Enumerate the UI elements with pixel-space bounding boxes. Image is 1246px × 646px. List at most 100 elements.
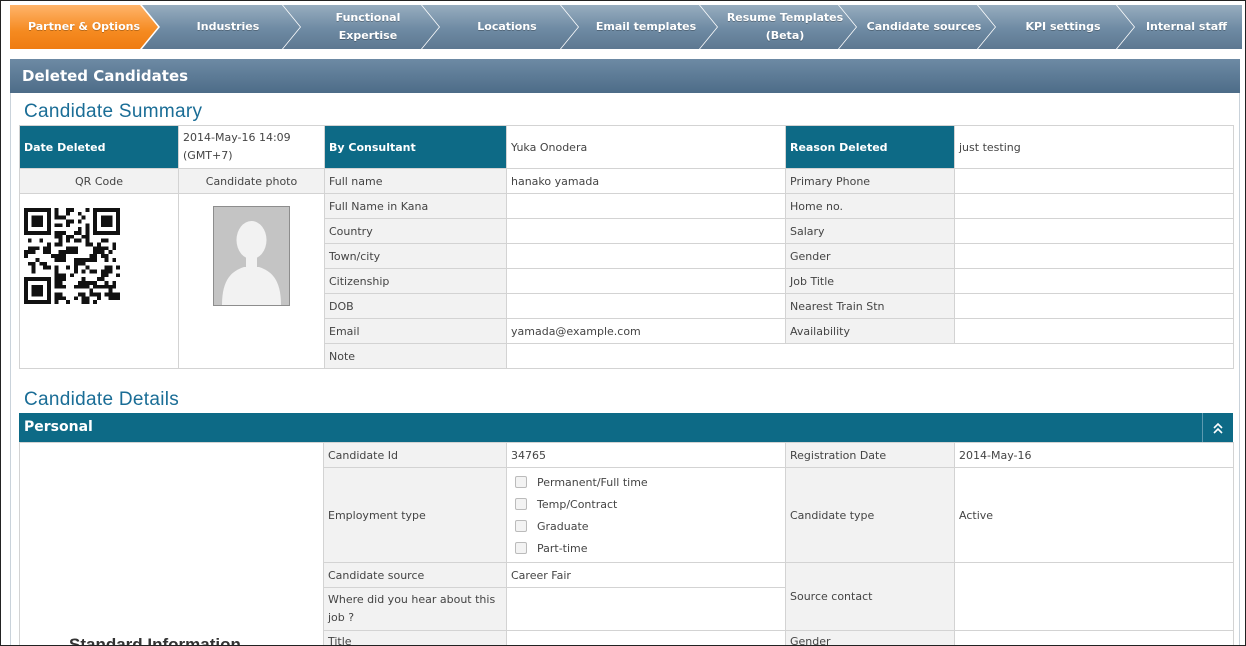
field-value xyxy=(954,193,1234,219)
field-label: Full name xyxy=(324,168,507,194)
qr-code-image xyxy=(24,208,120,304)
step-kpi-settings[interactable]: KPI settings xyxy=(978,5,1134,49)
by-consultant-label: By Consultant xyxy=(324,125,507,169)
step-label: Locations xyxy=(477,20,537,33)
employment-option[interactable]: Part-time xyxy=(511,537,781,559)
standard-information-cell xyxy=(19,442,324,645)
step-label: Functional Expertise xyxy=(335,11,401,42)
checkbox[interactable] xyxy=(515,542,527,554)
field-label: Availability xyxy=(785,318,955,344)
by-consultant-value: Yuka Onodera xyxy=(506,125,786,169)
field-label: DOB xyxy=(324,293,507,319)
step-locations[interactable]: Locations xyxy=(422,5,578,49)
candidate-details-table: Candidate Id 34765 Registration Date 201… xyxy=(19,442,1234,645)
field-label: Candidate Id xyxy=(323,442,507,468)
step-label: KPI settings xyxy=(1025,20,1101,33)
date-deleted-label: Date Deleted xyxy=(19,125,179,169)
step-candidate-sources[interactable]: Candidate sources xyxy=(839,5,995,49)
step-resume-templates[interactable]: Resume Templates (Beta) xyxy=(700,5,856,49)
field-value xyxy=(506,293,786,319)
full-name-value: hanako yamada xyxy=(506,168,786,194)
field-value xyxy=(954,243,1234,269)
section-title: Deleted Candidates xyxy=(10,59,1240,93)
field-label: Candidate type xyxy=(785,467,955,563)
step-functional-expertise[interactable]: Functional Expertise xyxy=(283,5,439,49)
qr-code-cell xyxy=(19,193,179,369)
field-label: Registration Date xyxy=(785,442,955,468)
field-value xyxy=(954,318,1234,344)
field-label: Candidate source xyxy=(323,562,507,588)
double-chevron-up-icon xyxy=(1213,422,1223,434)
option-label: Temp/Contract xyxy=(537,497,618,511)
step-label: Candidate sources xyxy=(866,20,982,33)
date-deleted-value: 2014-May-16 14:09 (GMT+7) xyxy=(178,125,325,169)
candidate-photo-label: Candidate photo xyxy=(178,168,325,194)
candidate-summary-heading: Candidate Summary xyxy=(24,101,203,122)
personal-section-header[interactable]: Personal xyxy=(19,413,1233,442)
collapse-button[interactable] xyxy=(1202,413,1233,442)
field-label: Country xyxy=(324,218,507,244)
field-value xyxy=(954,293,1234,319)
step-email-templates[interactable]: Email templates xyxy=(561,5,717,49)
step-partner-options[interactable]: Partner & Options xyxy=(10,5,158,49)
field-label: Full Name in Kana xyxy=(324,193,507,219)
candidate-photo-cell xyxy=(178,193,325,369)
field-value xyxy=(506,630,786,645)
field-label: Gender xyxy=(785,243,955,269)
note-value xyxy=(506,343,1234,369)
personal-label: Personal xyxy=(24,419,93,435)
registration-date-value: 2014-May-16 xyxy=(954,442,1234,468)
standard-information-label: Standard Information xyxy=(69,635,241,646)
field-value xyxy=(506,218,786,244)
field-label: Gender xyxy=(785,630,955,645)
field-label: Note xyxy=(324,343,507,369)
candidate-type-value: Active xyxy=(954,467,1234,563)
field-label: Nearest Train Stn xyxy=(785,293,955,319)
candidate-summary-table: Date Deleted 2014-May-16 14:09 (GMT+7) B… xyxy=(19,125,1234,369)
source-contact-value xyxy=(954,562,1234,631)
candidate-source-value: Career Fair xyxy=(506,562,786,588)
wizard-steps: Partner & Options Industries Functional … xyxy=(10,5,1242,49)
step-internal-staff[interactable]: Internal staff xyxy=(1117,5,1242,49)
person-silhouette-icon xyxy=(213,206,290,306)
field-label: Email xyxy=(324,318,507,344)
field-value xyxy=(506,193,786,219)
field-value xyxy=(954,268,1234,294)
field-label: Salary xyxy=(785,218,955,244)
field-value xyxy=(954,630,1234,645)
field-label: Town/city xyxy=(324,243,507,269)
step-label: Email templates xyxy=(595,20,697,33)
step-label: Internal staff xyxy=(1145,20,1228,33)
candidate-id-value: 34765 xyxy=(506,442,786,468)
field-value xyxy=(954,218,1234,244)
field-label: Title xyxy=(323,630,507,645)
primary-phone-value xyxy=(954,168,1234,194)
step-label: Industries xyxy=(196,20,260,33)
employment-option[interactable]: Temp/Contract xyxy=(511,493,781,515)
field-label: Home no. xyxy=(785,193,955,219)
employment-option[interactable]: Graduate xyxy=(511,515,781,537)
employment-type-options: Permanent/Full time Temp/Contract Gradua… xyxy=(506,467,786,563)
qr-code-label: QR Code xyxy=(19,168,179,194)
field-value xyxy=(506,243,786,269)
option-label: Part-time xyxy=(537,541,588,555)
app-frame: Partner & Options Industries Functional … xyxy=(0,0,1246,646)
step-label: Resume Templates (Beta) xyxy=(726,11,844,42)
email-value: yamada@example.com xyxy=(506,318,786,344)
step-industries[interactable]: Industries xyxy=(142,5,300,49)
checkbox[interactable] xyxy=(515,498,527,510)
field-label: Employment type xyxy=(323,467,507,563)
employment-option[interactable]: Permanent/Full time xyxy=(511,471,781,493)
option-label: Permanent/Full time xyxy=(537,475,648,489)
reason-deleted-label: Reason Deleted xyxy=(785,125,955,169)
field-label: Primary Phone xyxy=(785,168,955,194)
step-label: Partner & Options xyxy=(27,20,141,33)
option-label: Graduate xyxy=(537,519,589,533)
checkbox[interactable] xyxy=(515,520,527,532)
field-label: Source contact xyxy=(785,562,955,631)
checkbox[interactable] xyxy=(515,476,527,488)
field-label: Where did you hear about this job ? xyxy=(323,587,507,631)
field-label: Citizenship xyxy=(324,268,507,294)
reason-deleted-value: just testing xyxy=(954,125,1234,169)
candidate-details-heading: Candidate Details xyxy=(24,389,180,410)
